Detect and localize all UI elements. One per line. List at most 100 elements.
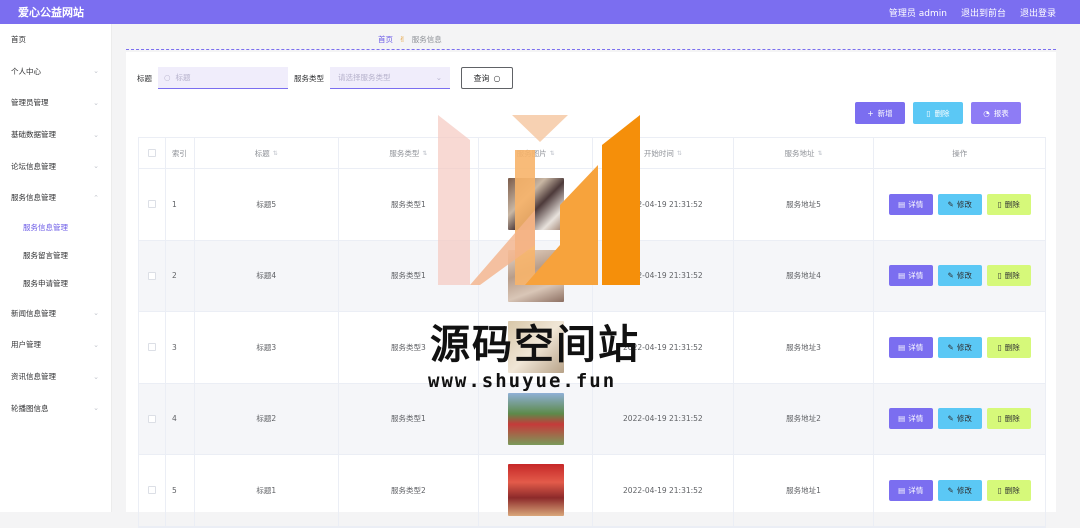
sidebar-item-basic-data[interactable]: 基础数据管理 ⌄ bbox=[0, 119, 111, 151]
edit-button[interactable]: ✎ 修改 bbox=[937, 336, 982, 358]
row-title: 标题3 bbox=[195, 312, 339, 383]
service-thumbnail[interactable] bbox=[507, 392, 564, 445]
trash-icon: ▯ bbox=[997, 342, 1002, 352]
chevron-down-icon: ⌄ bbox=[93, 98, 99, 107]
delete-button[interactable]: ▯ 删除 bbox=[986, 479, 1031, 501]
logout-link[interactable]: 退出登录 bbox=[1020, 6, 1056, 19]
row-index: 2 bbox=[166, 240, 195, 311]
edit-button[interactable]: ✎ 修改 bbox=[937, 265, 982, 287]
row-index: 1 bbox=[166, 169, 195, 240]
sort-icon[interactable]: ⇅ bbox=[818, 150, 823, 157]
edit-button[interactable]: ✎ 修改 bbox=[937, 479, 982, 501]
report-button[interactable]: ◔ 报表 bbox=[971, 102, 1021, 124]
header-image[interactable]: 服务图片 ⇅ bbox=[479, 138, 594, 168]
sidebar-subitem-service-info[interactable]: 服务信息管理 bbox=[0, 214, 111, 242]
row-address: 服务地址3 bbox=[734, 312, 875, 383]
sidebar-item-news[interactable]: 新闻信息管理 ⌄ bbox=[0, 298, 111, 330]
chevron-down-icon: ⌄ bbox=[435, 73, 442, 82]
sidebar-item-admins[interactable]: 管理员管理 ⌄ bbox=[0, 87, 111, 119]
exit-to-front-link[interactable]: 退出到前台 bbox=[961, 6, 1006, 19]
service-type-select[interactable]: 请选择服务类型 ⌄ bbox=[330, 67, 450, 89]
sidebar-item-profile[interactable]: 个人中心 ⌄ bbox=[0, 56, 111, 88]
sidebar-subitem-service-applications[interactable]: 服务申请管理 bbox=[0, 270, 111, 298]
title-search-input[interactable]: ○ 标题 bbox=[158, 67, 288, 89]
row-time: 2022-04-19 21:31:52 bbox=[593, 383, 734, 454]
main-content: 首页 ✌ 服务信息 标题 ○ 标题 服务类型 请选择服务类型 ⌄ 查询 ○ + 新… bbox=[112, 24, 1080, 528]
search-bar: 标题 ○ 标题 服务类型 请选择服务类型 ⌄ 查询 ○ bbox=[137, 67, 513, 89]
breadcrumb-current: 服务信息 bbox=[411, 35, 442, 44]
row-index: 5 bbox=[166, 455, 195, 526]
chevron-down-icon: ⌄ bbox=[93, 309, 99, 318]
pencil-icon: ✎ bbox=[947, 342, 954, 352]
row-time: 2022-04-19 21:31:52 bbox=[593, 455, 734, 526]
service-thumbnail[interactable] bbox=[507, 464, 564, 517]
row-title: 标题1 bbox=[195, 455, 339, 526]
chevron-down-icon: ⌄ bbox=[93, 67, 99, 76]
row-checkbox[interactable] bbox=[147, 271, 156, 280]
delete-button[interactable]: ▯ 删除 bbox=[986, 408, 1031, 430]
watermark-url: www.shuyue.fun bbox=[428, 370, 617, 392]
query-button[interactable]: 查询 ○ bbox=[461, 67, 513, 89]
sidebar-subitem-service-messages[interactable]: 服务留言管理 bbox=[0, 242, 111, 270]
site-brand: 爱心公益网站 bbox=[18, 6, 84, 19]
batch-delete-button[interactable]: ▯ 删除 bbox=[913, 102, 963, 124]
row-index: 3 bbox=[166, 312, 195, 383]
header-time[interactable]: 开始时间 ⇅ bbox=[593, 138, 734, 168]
header-type[interactable]: 服务类型 ⇅ bbox=[339, 138, 480, 168]
sort-icon[interactable]: ⇅ bbox=[422, 150, 427, 157]
detail-button[interactable]: ▤ 详情 bbox=[888, 479, 933, 501]
detail-button[interactable]: ▤ 详情 bbox=[888, 265, 933, 287]
row-checkbox[interactable] bbox=[147, 343, 156, 352]
document-icon: ▤ bbox=[898, 271, 906, 281]
row-address: 服务地址5 bbox=[734, 169, 875, 240]
service-type-label: 服务类型 bbox=[294, 73, 324, 83]
table-row: 1 标题5 服务类型1 2022-04-19 21:31:52 服务地址5 ▤ 详… bbox=[139, 169, 1045, 241]
search-icon: ○ bbox=[493, 73, 501, 83]
chevron-up-icon: ⌃ bbox=[93, 193, 99, 202]
detail-button[interactable]: ▤ 详情 bbox=[888, 408, 933, 430]
sidebar-item-carousel[interactable]: 轮播图信息 ⌄ bbox=[0, 392, 111, 424]
plus-icon: + bbox=[867, 108, 874, 118]
chevron-down-icon: ⌄ bbox=[93, 340, 99, 349]
edit-button[interactable]: ✎ 修改 bbox=[937, 408, 982, 430]
header-address[interactable]: 服务地址 ⇅ bbox=[734, 138, 875, 168]
sidebar-item-articles[interactable]: 资讯信息管理 ⌄ bbox=[0, 361, 111, 393]
detail-button[interactable]: ▤ 详情 bbox=[888, 336, 933, 358]
edit-button[interactable]: ✎ 修改 bbox=[937, 193, 982, 215]
breadcrumb-home[interactable]: 首页 bbox=[378, 34, 393, 45]
sort-icon[interactable]: ⇅ bbox=[273, 150, 278, 157]
table-row: 5 标题1 服务类型2 2022-04-19 21:31:52 服务地址1 ▤ 详… bbox=[139, 455, 1045, 527]
document-icon: ▤ bbox=[898, 485, 906, 495]
header-title[interactable]: 标题 ⇅ bbox=[195, 138, 339, 168]
sidebar-item-service[interactable]: 服务信息管理 ⌃ bbox=[0, 182, 111, 214]
row-type: 服务类型1 bbox=[339, 169, 480, 240]
sidebar-item-home[interactable]: 首页 bbox=[0, 24, 111, 56]
sidebar-item-users[interactable]: 用户管理 ⌄ bbox=[0, 329, 111, 361]
sidebar: 首页 个人中心 ⌄ 管理员管理 ⌄ 基础数据管理 ⌄ 论坛信息管理 ⌄ 服务信息管理 ⌃ … bbox=[0, 24, 112, 512]
trash-icon: ▯ bbox=[997, 414, 1002, 424]
sort-icon[interactable]: ⇅ bbox=[677, 150, 682, 157]
top-bar: 爱心公益网站 管理员 admin 退出到前台 退出登录 bbox=[0, 0, 1080, 24]
row-title: 标题2 bbox=[195, 383, 339, 454]
detail-button[interactable]: ▤ 详情 bbox=[888, 193, 933, 215]
delete-button[interactable]: ▯ 删除 bbox=[986, 336, 1031, 358]
delete-button[interactable]: ▯ 删除 bbox=[986, 193, 1031, 215]
document-icon: ▤ bbox=[898, 342, 906, 352]
delete-button[interactable]: ▯ 删除 bbox=[986, 265, 1031, 287]
chevron-down-icon: ⌄ bbox=[93, 130, 99, 139]
select-all-checkbox[interactable] bbox=[147, 149, 156, 157]
sort-icon[interactable]: ⇅ bbox=[550, 150, 555, 157]
row-title: 标题4 bbox=[195, 240, 339, 311]
row-checkbox[interactable] bbox=[147, 414, 156, 423]
service-thumbnail[interactable] bbox=[507, 178, 564, 231]
add-button[interactable]: + 新增 bbox=[855, 102, 905, 124]
document-icon: ▤ bbox=[898, 414, 906, 424]
table-row: 4 标题2 服务类型1 2022-04-19 21:31:52 服务地址2 ▤ 详… bbox=[139, 383, 1045, 455]
trash-icon: ▯ bbox=[926, 108, 931, 118]
title-label: 标题 bbox=[137, 73, 152, 83]
sidebar-item-forum[interactable]: 论坛信息管理 ⌄ bbox=[0, 150, 111, 182]
document-icon: ▤ bbox=[898, 199, 906, 209]
service-thumbnail[interactable] bbox=[507, 249, 564, 302]
row-checkbox[interactable] bbox=[147, 486, 156, 495]
row-checkbox[interactable] bbox=[147, 200, 156, 209]
